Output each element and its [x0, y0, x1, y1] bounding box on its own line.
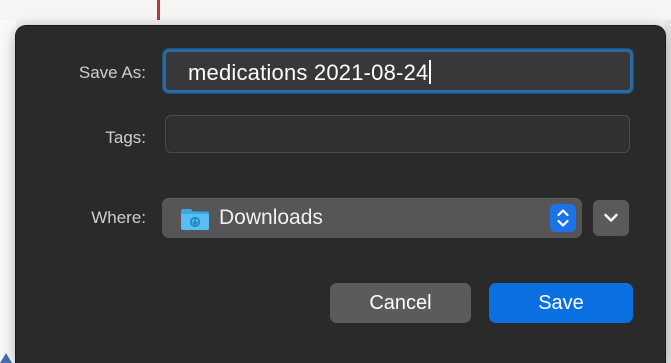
where-location-popup[interactable]: Downloads	[162, 198, 582, 238]
tags-input[interactable]	[165, 115, 630, 153]
background-document-right	[665, 20, 671, 363]
background-document-top	[0, 0, 671, 20]
tags-label: Tags:	[105, 128, 146, 147]
up-down-chevron-icon[interactable]	[550, 204, 576, 232]
chevron-down-icon	[593, 213, 629, 240]
background-arrow-shape	[0, 353, 12, 363]
cancel-button[interactable]: Cancel	[330, 283, 471, 323]
downloads-folder-icon	[180, 207, 210, 231]
text-caret	[429, 60, 432, 84]
filename-text: medications 2021-08-24	[188, 60, 432, 86]
expand-browser-button[interactable]	[593, 200, 629, 236]
filename-input[interactable]: medications 2021-08-24	[163, 49, 633, 93]
where-location-value: Downloads	[219, 206, 323, 229]
where-label: Where:	[91, 208, 146, 227]
save-button[interactable]: Save	[489, 283, 633, 323]
background-red-mark	[157, 0, 160, 20]
save-as-label: Save As:	[78, 63, 146, 82]
background-document-left	[0, 20, 16, 363]
save-dialog: Save As: medications 2021-08-24 Tags: Wh…	[16, 26, 665, 363]
